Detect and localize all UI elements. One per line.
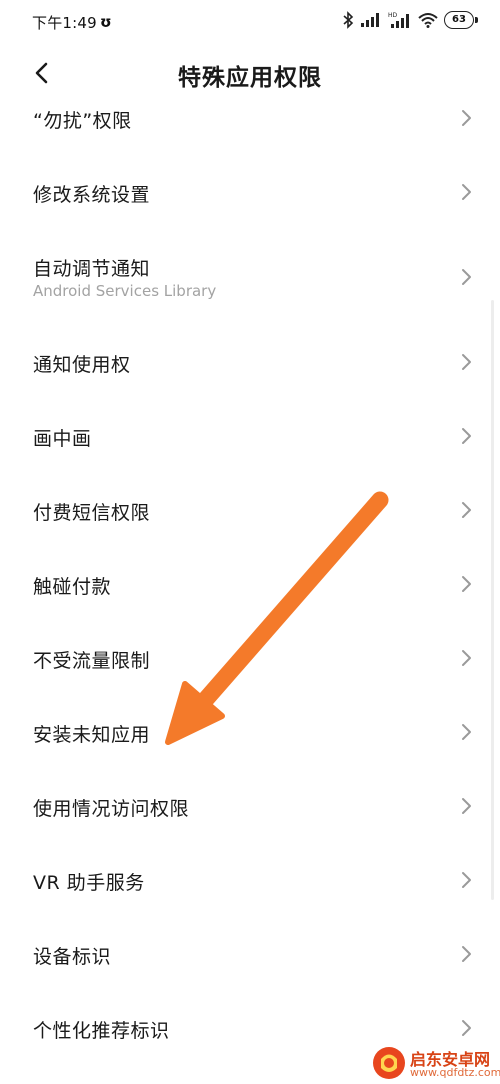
chevron-right-icon: [462, 1020, 471, 1036]
list-item-label: 设备标识: [33, 946, 112, 968]
list-item-label: “勿扰”权限: [33, 110, 132, 132]
list-item-picture-in-picture[interactable]: 画中画: [0, 400, 500, 474]
list-item-tap-and-pay[interactable]: 触碰付款: [0, 548, 500, 622]
list-item-modify-system-settings[interactable]: 修改系统设置: [0, 156, 500, 230]
cell-signal-icon: [361, 13, 379, 27]
status-bar: 下午1:49 ʊ HD 63: [0, 0, 500, 44]
chevron-right-icon: [462, 724, 471, 740]
scrollbar[interactable]: [491, 300, 494, 900]
wifi-icon: [418, 13, 438, 28]
chevron-right-icon: [462, 269, 471, 285]
chevron-right-icon: [462, 428, 471, 444]
list-item-label: 修改系统设置: [33, 184, 151, 206]
chevron-right-icon: [462, 110, 471, 126]
chevron-right-icon: [462, 576, 471, 592]
list-item-dnd-access[interactable]: “勿扰”权限: [0, 82, 500, 156]
list-item-vr-helper[interactable]: VR 助手服务: [0, 844, 500, 918]
bluetooth-icon: [343, 11, 354, 29]
svg-text:HD: HD: [388, 12, 398, 19]
list-item-label: 安装未知应用: [33, 724, 151, 746]
list-item-label: 付费短信权限: [33, 502, 151, 524]
list-item-subtitle: Android Services Library: [33, 282, 217, 300]
list-item-label: 使用情况访问权限: [33, 798, 190, 820]
list-item-label: 个性化推荐标识: [33, 1020, 170, 1042]
hd-signal-icon: HD: [388, 12, 409, 28]
chevron-right-icon: [462, 650, 471, 666]
list-item-notification-access[interactable]: 通知使用权: [0, 326, 500, 400]
list-item-label: 自动调节通知: [33, 258, 151, 280]
list-item-adaptive-notifications[interactable]: 自动调节通知 Android Services Library: [0, 230, 500, 326]
list-item-label: 画中画: [33, 428, 92, 450]
watermark-url: www.qdfdtz.com: [410, 1066, 500, 1079]
battery-icon: 63: [444, 11, 478, 29]
status-time: 下午1:49: [32, 14, 97, 32]
list-item-label: 触碰付款: [33, 576, 112, 598]
list-item-label: VR 助手服务: [33, 872, 145, 894]
list-item-premium-sms[interactable]: 付费短信权限: [0, 474, 500, 548]
watermark-logo-icon: [373, 1047, 405, 1079]
list-item-label: 不受流量限制: [33, 650, 151, 672]
list-item-usage-access[interactable]: 使用情况访问权限: [0, 770, 500, 844]
list-item-unrestricted-data[interactable]: 不受流量限制: [0, 622, 500, 696]
chevron-right-icon: [462, 798, 471, 814]
list-item-device-id[interactable]: 设备标识: [0, 918, 500, 992]
list-item-label: 通知使用权: [33, 354, 131, 376]
chevron-right-icon: [462, 354, 471, 370]
chevron-right-icon: [462, 872, 471, 888]
watermark: 启东安卓网 www.qdfdtz.com: [372, 1044, 500, 1084]
alarm-icon: ʊ: [100, 13, 112, 31]
status-icons: HD 63: [342, 11, 478, 29]
list-item-install-unknown-apps[interactable]: 安装未知应用: [0, 696, 500, 770]
chevron-right-icon: [462, 946, 471, 962]
chevron-right-icon: [462, 184, 471, 200]
chevron-right-icon: [462, 502, 471, 518]
